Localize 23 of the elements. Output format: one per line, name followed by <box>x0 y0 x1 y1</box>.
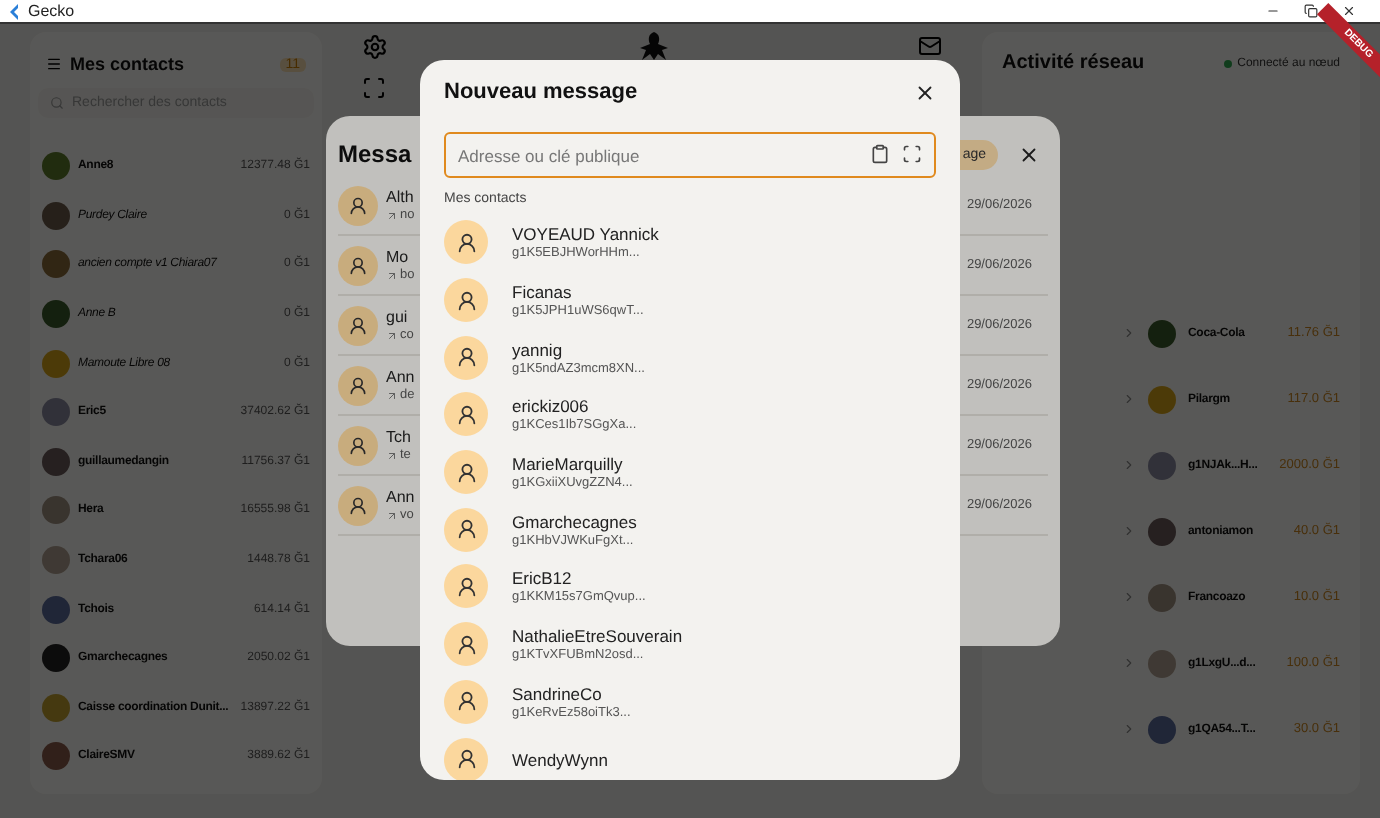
contact-name: erickiz006 <box>512 396 591 417</box>
conversation-name: Alth <box>386 188 415 206</box>
conversation-name: gui <box>386 308 410 326</box>
contact-name: SandrineCo <box>512 683 604 704</box>
conversation-name: Ann <box>386 488 415 506</box>
dialog-title: Messa <box>338 140 412 168</box>
conversation-name: Mo <box>386 248 411 266</box>
contact-name: VOYEAUD Yannick <box>512 224 659 245</box>
contact-name: MarieMarquilly <box>512 454 625 475</box>
window-title: Gecko <box>28 2 77 20</box>
conversation-name: Ann <box>386 368 415 386</box>
contact-name: EricB12 <box>512 568 574 589</box>
address-field[interactable]: Adresse ou clé publique <box>444 132 936 178</box>
conversation-name: Tch <box>386 428 411 446</box>
contact-name: Gmarchecagnes <box>512 511 637 532</box>
panel-title: Mes contacts <box>70 54 187 74</box>
contact-name: yannig <box>512 339 563 360</box>
dialog-title: Nouveau message <box>444 80 638 104</box>
contact-name: NathalieEtreSouverain <box>512 626 683 647</box>
contact-name: Ficanas <box>512 282 574 303</box>
contact-name: WendyWynn <box>512 749 608 770</box>
contact-item[interactable]: WendyWynn <box>444 730 936 780</box>
panel-title: Activité réseau <box>1002 52 1145 74</box>
